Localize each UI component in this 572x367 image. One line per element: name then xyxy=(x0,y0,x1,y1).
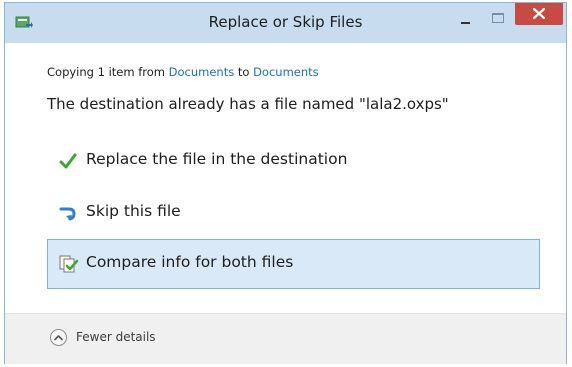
compare-info-label: Compare info for both files xyxy=(86,253,294,271)
dialog-content: Copying 1 item from Documents to Documen… xyxy=(5,43,566,313)
replace-or-skip-dialog: Replace or Skip Files Copying 1 item fro… xyxy=(4,2,567,364)
source-folder-link[interactable]: Documents xyxy=(169,65,235,79)
destination-message: The destination already has a file named… xyxy=(47,95,449,113)
dialog-footer: Fewer details xyxy=(5,313,566,364)
checkmark-icon xyxy=(59,152,77,170)
maximize-button[interactable] xyxy=(492,13,504,23)
chevron-up-icon xyxy=(50,329,67,346)
title-bar[interactable]: Replace or Skip Files xyxy=(5,3,566,43)
copying-prefix: Copying 1 item from xyxy=(47,65,169,79)
close-button[interactable] xyxy=(515,3,563,25)
skip-file-option[interactable]: Skip this file xyxy=(47,188,540,238)
skip-file-label: Skip this file xyxy=(86,202,181,220)
minimize-button[interactable] xyxy=(455,11,475,25)
skip-arrow-icon xyxy=(59,204,77,222)
close-icon xyxy=(533,8,545,19)
compare-files-icon xyxy=(59,255,79,273)
fewer-details-label: Fewer details xyxy=(76,330,156,344)
replace-file-option[interactable]: Replace the file in the destination xyxy=(47,136,540,186)
window-title: Replace or Skip Files xyxy=(208,13,363,31)
destination-folder-link[interactable]: Documents xyxy=(253,65,319,79)
replace-file-label: Replace the file in the destination xyxy=(86,150,348,168)
compare-info-option[interactable]: Compare info for both files xyxy=(47,239,540,289)
copying-status: Copying 1 item from Documents to Documen… xyxy=(47,65,319,79)
copying-to-word: to xyxy=(234,65,254,79)
